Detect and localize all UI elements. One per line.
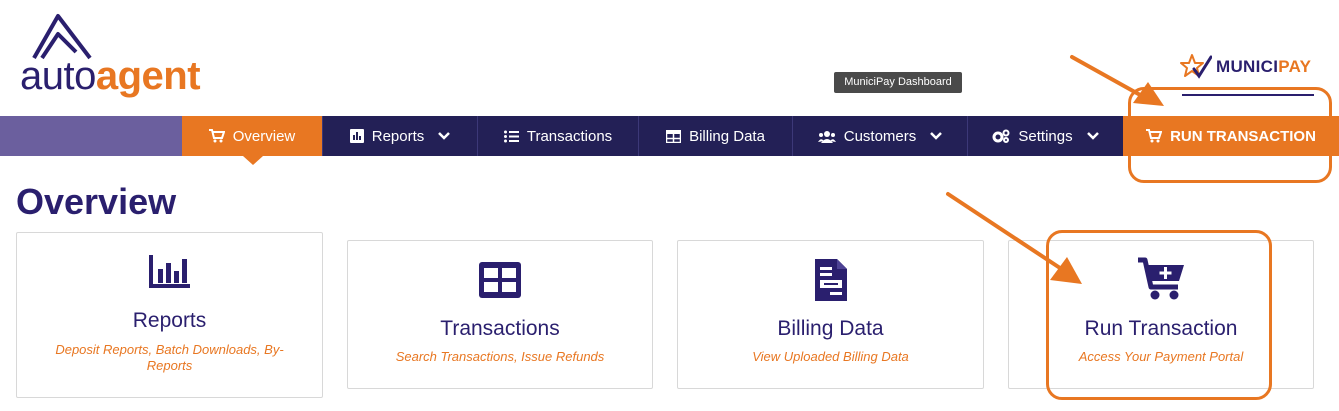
tooltip: MuniciPay Dashboard bbox=[834, 72, 962, 93]
nav-customers[interactable]: Customers bbox=[792, 116, 967, 156]
nav-billing-data-label: Billing Data bbox=[689, 127, 765, 145]
card-reports-subtitle: Deposit Reports, Batch Downloads, By-Rep… bbox=[55, 342, 284, 373]
document-icon bbox=[814, 259, 847, 301]
chevron-down-icon bbox=[930, 132, 943, 140]
nav-reports-label: Reports bbox=[371, 127, 425, 145]
card-run-transaction[interactable]: Run Transaction Access Your Payment Port… bbox=[1008, 240, 1314, 389]
nav-run-transaction[interactable]: RUN TRANSACTION bbox=[1123, 116, 1339, 156]
list-icon bbox=[503, 130, 519, 142]
logo-wordmark: autoagent bbox=[20, 54, 201, 98]
nav-transactions-label: Transactions bbox=[526, 127, 613, 145]
arrow-to-nav bbox=[1070, 55, 1164, 106]
nav-settings-label: Settings bbox=[1018, 127, 1073, 145]
page-title: Overview bbox=[16, 181, 177, 222]
municipay-wordmark: MUNICIPAY bbox=[1216, 57, 1312, 76]
nav-settings[interactable]: Settings bbox=[967, 116, 1123, 156]
nav-billing-data[interactable]: Billing Data bbox=[638, 116, 792, 156]
table-icon bbox=[666, 129, 682, 143]
bar-chart-icon bbox=[148, 255, 190, 288]
main-nav: Overview Reports Transactions Billing Da… bbox=[0, 116, 1339, 156]
autoagent-logo[interactable]: autoagent bbox=[20, 12, 201, 100]
card-billing-data-subtitle: View Uploaded Billing Data bbox=[752, 349, 909, 364]
cart-icon bbox=[1146, 129, 1163, 143]
municipay-underline bbox=[1182, 94, 1314, 96]
card-reports-title: Reports bbox=[132, 309, 207, 332]
active-tab-indicator bbox=[243, 156, 263, 165]
municipay-logo[interactable]: MUNICIPAY bbox=[1180, 52, 1311, 82]
cart-plus-icon bbox=[1138, 257, 1184, 300]
card-run-transaction-subtitle: Access Your Payment Portal bbox=[1078, 349, 1244, 364]
users-icon bbox=[817, 130, 836, 143]
nav-run-transaction-label: RUN TRANSACTION bbox=[1170, 127, 1316, 145]
bar-chart-icon bbox=[349, 129, 364, 143]
nav-overview-label: Overview bbox=[232, 127, 296, 145]
card-reports[interactable]: Reports Deposit Reports, Batch Downloads… bbox=[16, 232, 323, 398]
nav-customers-label: Customers bbox=[843, 127, 917, 145]
star-check-icon bbox=[1180, 54, 1212, 79]
nav-overview[interactable]: Overview bbox=[182, 116, 322, 156]
chevron-down-icon bbox=[1086, 132, 1099, 140]
nav-transactions[interactable]: Transactions bbox=[477, 116, 638, 156]
card-transactions[interactable]: Transactions Search Transactions, Issue … bbox=[347, 240, 653, 389]
card-run-transaction-title: Run Transaction bbox=[1084, 317, 1238, 340]
cart-icon bbox=[208, 129, 225, 143]
card-billing-data-title: Billing Data bbox=[777, 317, 884, 340]
nav-reports[interactable]: Reports bbox=[322, 116, 477, 156]
card-transactions-title: Transactions bbox=[440, 317, 560, 340]
chevron-down-icon bbox=[438, 132, 451, 140]
gears-icon bbox=[992, 129, 1010, 143]
table-icon bbox=[479, 262, 521, 298]
card-billing-data[interactable]: Billing Data View Uploaded Billing Data bbox=[677, 240, 984, 389]
card-transactions-subtitle: Search Transactions, Issue Refunds bbox=[395, 349, 605, 364]
